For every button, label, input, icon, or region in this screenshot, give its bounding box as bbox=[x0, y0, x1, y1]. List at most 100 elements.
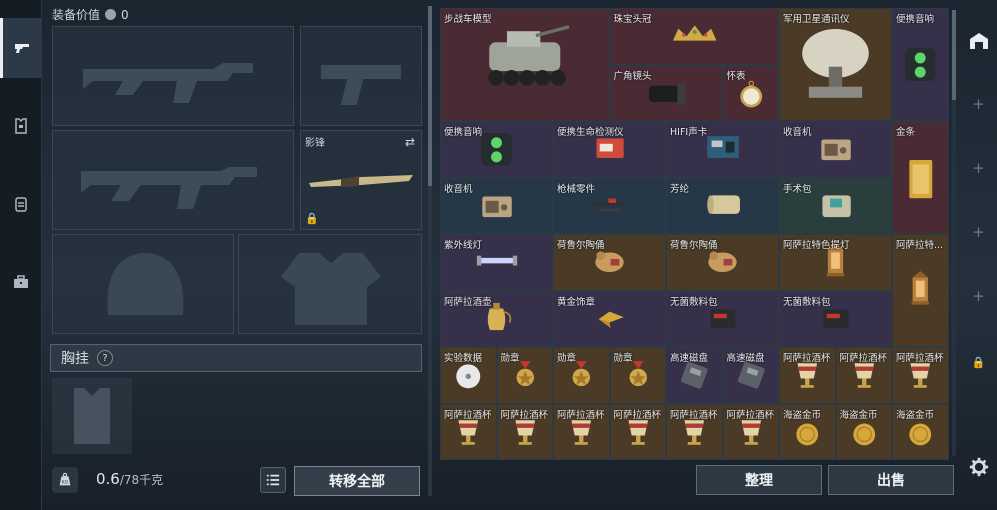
helmet-silhouette-icon bbox=[107, 253, 184, 315]
stash-item[interactable]: 步战车模型 bbox=[440, 8, 610, 121]
stash-item[interactable]: 便携音响 bbox=[440, 121, 553, 178]
stash-item-name: 金条 bbox=[896, 127, 916, 138]
stash-item-name: 阿萨拉酒杯 bbox=[670, 409, 718, 421]
stash-item[interactable]: 荷鲁尔陶俑 bbox=[553, 234, 666, 291]
stash-item[interactable]: 金条 bbox=[892, 121, 949, 234]
equipment-footer: KG 0.6/78千克 转移全部 bbox=[46, 460, 430, 500]
equipment-scrollbar[interactable] bbox=[428, 6, 432, 496]
lock-icon: 🔒 bbox=[305, 212, 319, 225]
stash-scrollbar[interactable] bbox=[952, 10, 956, 456]
stash-item[interactable]: 阿萨拉酒杯 bbox=[835, 347, 892, 404]
stash-item[interactable]: 收音机 bbox=[440, 177, 553, 234]
stash-item[interactable]: 实验数据 bbox=[440, 347, 497, 404]
stash-item[interactable]: 勋章 bbox=[609, 347, 666, 404]
stash-item[interactable]: 高速磁盘 bbox=[722, 347, 779, 404]
stash-item-name: 收音机 bbox=[783, 127, 812, 138]
stash-item[interactable]: 阿萨拉酒壶 bbox=[440, 290, 553, 347]
armor-slot[interactable] bbox=[238, 234, 422, 334]
list-view-button[interactable] bbox=[260, 467, 286, 493]
stash-page-add[interactable]: + bbox=[960, 156, 997, 180]
briefcase-icon bbox=[14, 275, 28, 288]
stash-item-name: 阿萨拉酒杯 bbox=[444, 409, 492, 421]
stash-item[interactable]: 便携生命检测仪 bbox=[553, 121, 666, 178]
help-icon[interactable]: ? bbox=[97, 350, 113, 366]
pistol-slot[interactable] bbox=[300, 26, 422, 126]
scroll-thumb[interactable] bbox=[428, 6, 432, 186]
tab-weapons[interactable] bbox=[0, 18, 42, 78]
stash-item-name: 阿萨拉酒杯 bbox=[896, 353, 944, 364]
primary-weapon-slot[interactable] bbox=[52, 26, 294, 126]
stash-item-name: 高速磁盘 bbox=[726, 353, 765, 364]
weight-max: /78千克 bbox=[119, 473, 164, 487]
stash-item[interactable]: 手术包 bbox=[779, 177, 892, 234]
tab-vest[interactable] bbox=[0, 96, 42, 156]
stash-item[interactable]: 怀表 bbox=[722, 64, 779, 121]
stash-item[interactable]: 枪械零件 bbox=[553, 177, 666, 234]
chest-rig-header[interactable]: 胸挂 ? bbox=[50, 344, 422, 372]
stash-item[interactable]: 阿萨拉酒杯 bbox=[553, 403, 610, 460]
sell-button[interactable]: 出售 bbox=[828, 465, 954, 495]
stash-item[interactable]: 珠宝头冠 bbox=[609, 8, 779, 65]
stash-item[interactable]: 阿萨拉酒杯 bbox=[779, 347, 836, 404]
stash-item[interactable]: 海盗金币 bbox=[835, 403, 892, 460]
helmet-slot[interactable] bbox=[52, 234, 234, 334]
stash-item[interactable]: 阿萨拉酒杯 bbox=[440, 403, 497, 460]
stash-item[interactable]: 军用卫星通讯仪 bbox=[779, 8, 892, 121]
stash-item-name: 便携生命检测仪 bbox=[557, 127, 624, 138]
stash-item[interactable]: 芳纶 bbox=[666, 177, 779, 234]
stash-item[interactable]: HIFI声卡 bbox=[666, 121, 779, 178]
stash-item-name: 海盗金币 bbox=[839, 409, 878, 421]
stash-item[interactable]: 高速磁盘 bbox=[666, 347, 723, 404]
stash-item-name: 手术包 bbox=[783, 183, 812, 195]
stash-item[interactable]: 海盗金币 bbox=[892, 403, 949, 460]
stash-item-name: 军用卫星通讯仪 bbox=[783, 14, 850, 25]
stash-item-name: 无菌敷料包 bbox=[783, 296, 831, 308]
stash-item-name: 阿萨拉酒杯 bbox=[500, 409, 549, 421]
sort-button[interactable]: 整理 bbox=[696, 465, 822, 495]
stash-item[interactable]: 收音机 bbox=[779, 121, 892, 178]
speaker-icon bbox=[904, 48, 936, 81]
settings-button[interactable] bbox=[960, 452, 997, 482]
scroll-thumb[interactable] bbox=[952, 10, 956, 100]
stash-home-button[interactable] bbox=[960, 26, 997, 56]
stash-item[interactable]: 广角镜头 bbox=[609, 64, 723, 121]
stash-item[interactable]: 阿萨拉酒杯 bbox=[609, 403, 666, 460]
stash-item[interactable]: 海盗金币 bbox=[779, 403, 836, 460]
stash-item[interactable]: 紫外线灯 bbox=[440, 234, 553, 291]
stash-item-name: 紫外线灯 bbox=[444, 240, 483, 251]
stash-item-name: 枪械零件 bbox=[557, 183, 596, 195]
stash-item[interactable]: 阿萨拉特... bbox=[892, 234, 949, 347]
stash-item-name: 勋章 bbox=[613, 353, 633, 364]
stash-grid: 步战车模型 珠宝头冠 军用卫星通讯仪 便携音响 广角镜头 怀表 便携音响 便携生命检测仪 HIF… bbox=[440, 8, 950, 460]
stash-item[interactable]: 勋章 bbox=[553, 347, 610, 404]
stash-item-name: 广角镜头 bbox=[613, 70, 652, 82]
stash-item-name: 便携音响 bbox=[444, 127, 483, 138]
stash-item[interactable]: 无菌敷料包 bbox=[779, 290, 892, 347]
chest-rig-silhouette-icon bbox=[74, 388, 110, 444]
stash-page-add[interactable]: + bbox=[960, 92, 997, 116]
stash-item-name: 荷鲁尔陶俑 bbox=[557, 240, 605, 251]
stash-item[interactable]: 荷鲁尔陶俑 bbox=[666, 234, 779, 291]
stash-page-add[interactable]: + bbox=[960, 220, 997, 244]
category-rail bbox=[0, 0, 42, 510]
stash-item[interactable]: 无菌敷料包 bbox=[666, 290, 779, 347]
stash-item[interactable]: 便携音响 bbox=[892, 8, 949, 121]
tab-case[interactable] bbox=[0, 252, 42, 312]
stash-item[interactable]: 勋章 bbox=[496, 347, 553, 404]
coin-icon bbox=[105, 9, 117, 20]
stash-item[interactable]: 阿萨拉酒杯 bbox=[496, 403, 553, 460]
stash-item[interactable]: 黄金饰章 bbox=[553, 290, 666, 347]
stash-item[interactable]: 阿萨拉酒杯 bbox=[666, 403, 723, 460]
melee-slot[interactable]: 影锋 ⇄ 🔒 bbox=[300, 130, 422, 230]
secondary-weapon-slot[interactable] bbox=[52, 130, 294, 230]
stash-item[interactable]: 阿萨拉特色提灯 bbox=[779, 234, 892, 291]
tab-backpack[interactable] bbox=[0, 174, 42, 234]
transfer-all-button[interactable]: 转移全部 bbox=[294, 466, 420, 496]
chest-rig-label: 胸挂 bbox=[61, 351, 89, 367]
weight-icon: KG bbox=[52, 467, 78, 493]
stash-page-add[interactable]: + bbox=[960, 284, 997, 308]
stash-item[interactable]: 阿萨拉酒杯 bbox=[722, 403, 779, 460]
stash-item[interactable]: 阿萨拉酒杯 bbox=[892, 347, 949, 404]
stash-item-name: 芳纶 bbox=[670, 183, 690, 195]
chest-rig-slot[interactable] bbox=[52, 378, 132, 454]
